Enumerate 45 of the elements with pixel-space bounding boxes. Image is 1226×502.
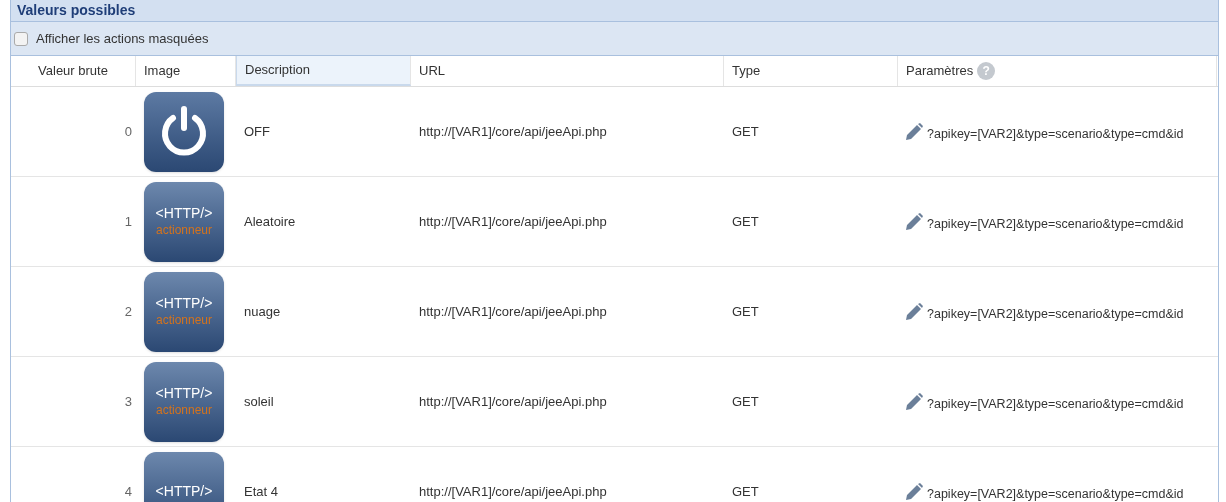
- panel-title: Valeurs possibles: [17, 1, 136, 20]
- table-cell-text: http://[VAR1]/core/api/jeeApi.php: [418, 482, 608, 501]
- image-caption-text: actionneur: [155, 312, 212, 328]
- table-cell-text: GET: [731, 482, 760, 501]
- image-caption-text: actionneur: [155, 402, 212, 418]
- table-cell-text: 4: [123, 482, 133, 501]
- checkbox-label: Afficher les actions masquées: [36, 29, 209, 48]
- image-caption-text: actionneur: [155, 222, 212, 238]
- table-cell-text: 1: [123, 212, 133, 231]
- column-header[interactable]: Description: [236, 56, 411, 86]
- pencil-icon[interactable]: [904, 301, 924, 322]
- table-cell-text: OFF: [243, 122, 271, 141]
- table-cell-text: 0: [123, 122, 133, 141]
- pencil-icon[interactable]: [904, 211, 924, 232]
- pencil-icon[interactable]: [904, 121, 924, 142]
- table-cell-text: 2: [123, 302, 133, 321]
- table-cell-text: ?apikey=[VAR2]&type=scenario&type=cmd&id: [927, 396, 1184, 414]
- table-cell-text: http://[VAR1]/core/api/jeeApi.php: [418, 122, 608, 141]
- column-header[interactable]: Type: [724, 56, 898, 86]
- table-cell-text: GET: [731, 302, 760, 321]
- image-tag-text: <HTTP/>: [155, 205, 213, 223]
- image-tag-text: <HTTP/>: [155, 295, 213, 313]
- table-cell-text: ?apikey=[VAR2]&type=scenario&type=cmd&id: [927, 126, 1184, 144]
- image-tag-text: <HTTP/>: [155, 385, 213, 403]
- table-cell-text: GET: [731, 212, 760, 231]
- table-cell-text: ?apikey=[VAR2]&type=scenario&type=cmd&id: [927, 486, 1184, 502]
- table-cell-text: http://[VAR1]/core/api/jeeApi.php: [418, 212, 608, 231]
- table-cell-text: GET: [731, 392, 760, 411]
- pencil-icon[interactable]: [904, 391, 924, 412]
- table-cell-text: Aleatoire: [243, 212, 297, 231]
- table-cell-text: soleil: [243, 392, 275, 411]
- table-cell-text: nuage: [243, 302, 282, 321]
- table-cell-text: http://[VAR1]/core/api/jeeApi.php: [418, 392, 608, 411]
- table-cell-text: Etat 4: [243, 482, 279, 501]
- table-cell-text: http://[VAR1]/core/api/jeeApi.php: [418, 302, 608, 321]
- table-cell-text: ?apikey=[VAR2]&type=scenario&type=cmd&id: [927, 306, 1184, 324]
- table-cell-text: ?apikey=[VAR2]&type=scenario&type=cmd&id: [927, 216, 1184, 234]
- pencil-icon[interactable]: [904, 481, 924, 502]
- column-header[interactable]: Valeur brute: [11, 56, 136, 86]
- table-cell-text: 3: [123, 392, 133, 411]
- image-tag-text: <HTTP/>: [155, 482, 213, 501]
- checkbox[interactable]: [14, 31, 28, 46]
- column-header[interactable]: URL: [411, 56, 724, 86]
- table-cell-text: GET: [731, 122, 760, 141]
- column-header[interactable]: Paramètres ?: [898, 56, 1217, 86]
